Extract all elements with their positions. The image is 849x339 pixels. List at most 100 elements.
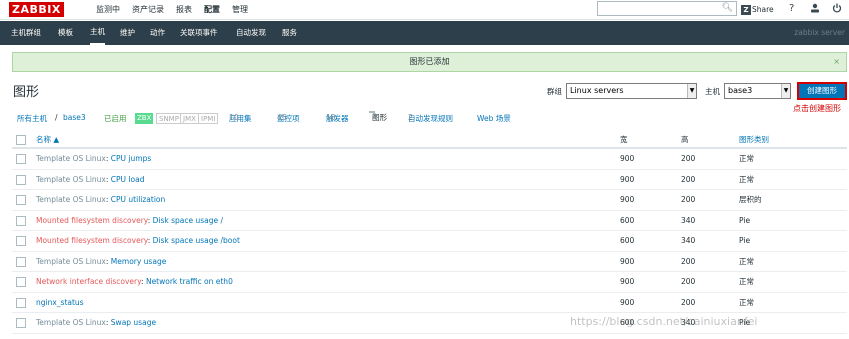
submenu-hosts[interactable]: 主机: [90, 21, 105, 45]
annotation-text: 点击创建图形: [793, 104, 841, 113]
table-row: Template OS Linux: Memory usage 900 200 正常: [12, 252, 847, 272]
graph-name-link[interactable]: Disk space usage /boot: [153, 236, 240, 245]
graph-name-link[interactable]: Swap usage: [111, 318, 156, 327]
create-graph-button[interactable]: 创建图形: [797, 82, 847, 100]
column-name-header[interactable]: 名称 ▲: [36, 131, 59, 149]
menu-monitoring[interactable]: 监测中: [90, 0, 126, 20]
graph-type: 正常: [739, 277, 754, 286]
group-select-value: Linux servers: [570, 86, 624, 95]
snmp-availability-badge: SNMP: [156, 113, 182, 124]
table-row: Mounted filesystem discovery: Disk space…: [12, 211, 847, 231]
sub-menu: 主机群组 模板 主机 维护 动作 关联项事件 自动发现 服务 zabbix se…: [0, 21, 849, 45]
graph-name-link[interactable]: nginx_status: [36, 298, 84, 307]
user-profile-icon[interactable]: [810, 3, 820, 16]
graph-name-link[interactable]: CPU jumps: [111, 154, 151, 163]
tab-discovery-rules-count: 2: [408, 113, 413, 122]
success-message: 图形已添加 ×: [12, 52, 847, 72]
submenu-host-groups[interactable]: 主机群组: [11, 21, 41, 45]
search-input[interactable]: 🔍︎: [597, 1, 737, 16]
share-link[interactable]: Z Share: [741, 3, 774, 16]
graph-type: 层积的: [739, 195, 762, 204]
logout-icon[interactable]: [832, 3, 842, 16]
graph-source-link[interactable]: Template OS Linux: [36, 257, 106, 266]
row-checkbox[interactable]: [16, 236, 26, 246]
host-status-enabled[interactable]: 已启用: [104, 113, 127, 124]
graph-source-link[interactable]: Mounted filesystem discovery: [36, 236, 148, 245]
graph-width: 600: [620, 236, 635, 245]
row-checkbox[interactable]: [16, 277, 26, 287]
row-checkbox[interactable]: [16, 154, 26, 164]
zbx-availability-badge: ZBX: [135, 113, 154, 124]
graph-name-cell: nginx_status: [36, 293, 84, 313]
submenu-correlation[interactable]: 关联项事件: [180, 21, 218, 45]
graph-name-link[interactable]: Disk space usage /: [153, 216, 223, 225]
submenu-services[interactable]: 服务: [282, 21, 297, 45]
graph-name-cell: Network interface discovery: Network tra…: [36, 272, 233, 292]
ipmi-availability-badge: IPMI: [198, 113, 219, 124]
submenu-actions[interactable]: 动作: [150, 21, 165, 45]
row-checkbox[interactable]: [16, 215, 26, 226]
row-checkbox[interactable]: [16, 297, 26, 308]
tab-applications-count: 10: [229, 113, 239, 122]
table-row: Template OS Linux: CPU jumps 900 200 正常: [12, 149, 847, 170]
graph-name-cell: Template OS Linux: CPU utilization: [36, 190, 165, 210]
row-checkbox[interactable]: [16, 318, 26, 328]
submenu-maintenance[interactable]: 维护: [120, 21, 135, 45]
menu-inventory[interactable]: 资产记录: [126, 0, 170, 20]
graph-name-link[interactable]: CPU load: [111, 175, 145, 184]
graph-name-link[interactable]: CPU utilization: [111, 195, 165, 204]
tab-triggers-count: 18: [326, 113, 336, 122]
table-row: Mounted filesystem discovery: Disk space…: [12, 231, 847, 252]
graph-width: 900: [620, 174, 635, 184]
row-checkbox[interactable]: [16, 174, 26, 185]
menu-configuration[interactable]: 配置: [198, 0, 226, 20]
graph-height: 200: [681, 154, 696, 163]
graph-source-link[interactable]: Template OS Linux: [36, 195, 106, 204]
share-logo-icon: Z: [741, 4, 751, 15]
tab-graphs-count: 9: [372, 112, 377, 121]
help-icon[interactable]: ?: [789, 3, 794, 14]
graph-name-link[interactable]: Memory usage: [111, 257, 167, 266]
graph-type: Pie: [739, 215, 751, 225]
graph-type: 正常: [739, 297, 754, 307]
search-icon[interactable]: 🔍︎: [722, 3, 733, 13]
graph-type: Pie: [739, 236, 751, 245]
graph-name-cell: Mounted filesystem discovery: Disk space…: [36, 231, 240, 251]
host-link[interactable]: base3: [63, 113, 86, 122]
row-checkbox[interactable]: [16, 256, 26, 267]
column-type-header[interactable]: 图形类别: [739, 131, 769, 149]
menu-administration[interactable]: 管理: [226, 0, 254, 20]
graph-type: 正常: [739, 256, 754, 266]
column-width-header: 宽: [620, 135, 628, 144]
close-icon[interactable]: ×: [833, 53, 840, 71]
all-hosts-link[interactable]: 所有主机: [17, 113, 47, 124]
page-title: 图形: [13, 85, 40, 100]
host-select[interactable]: base3 ▼: [724, 83, 791, 99]
column-height-header: 高: [681, 135, 689, 144]
graph-source-link[interactable]: Template OS Linux: [36, 175, 106, 184]
graph-name-link[interactable]: Network traffic on eth0: [146, 277, 233, 286]
graph-source-link[interactable]: Template OS Linux: [36, 154, 106, 163]
graph-name-cell: Mounted filesystem discovery: Disk space…: [36, 211, 223, 231]
top-bar: ZABBIX 监测中 资产记录 报表 配置 管理 🔍︎ Z Share ?: [0, 0, 849, 20]
group-select[interactable]: Linux servers ▼: [566, 83, 697, 99]
submenu-templates[interactable]: 模板: [58, 21, 73, 45]
tab-graphs[interactable]: 图形 9: [369, 111, 387, 122]
menu-reports[interactable]: 报表: [170, 0, 198, 20]
graph-source-link[interactable]: Network interface discovery: [36, 277, 141, 286]
submenu-discovery[interactable]: 自动发现: [236, 21, 266, 45]
graph-name-cell: Template OS Linux: CPU load: [36, 170, 144, 190]
graph-height: 200: [681, 195, 696, 204]
zabbix-logo[interactable]: ZABBIX: [9, 2, 64, 17]
graph-name-cell: Template OS Linux: CPU jumps: [36, 149, 151, 169]
table-row: nginx_status 900 200 正常: [12, 293, 847, 313]
table-body: Template OS Linux: CPU jumps 900 200 正常 Temp…: [12, 149, 847, 334]
graph-source-link[interactable]: Template OS Linux: [36, 318, 106, 327]
graph-source-link[interactable]: Mounted filesystem discovery: [36, 216, 148, 225]
group-label: 群组: [547, 87, 562, 96]
select-all-checkbox[interactable]: [16, 135, 26, 145]
row-checkbox[interactable]: [16, 195, 26, 205]
graph-width: 900: [620, 297, 635, 307]
main-menu: 监测中 资产记录 报表 配置 管理: [90, 0, 254, 20]
graph-height: 200: [681, 174, 696, 184]
